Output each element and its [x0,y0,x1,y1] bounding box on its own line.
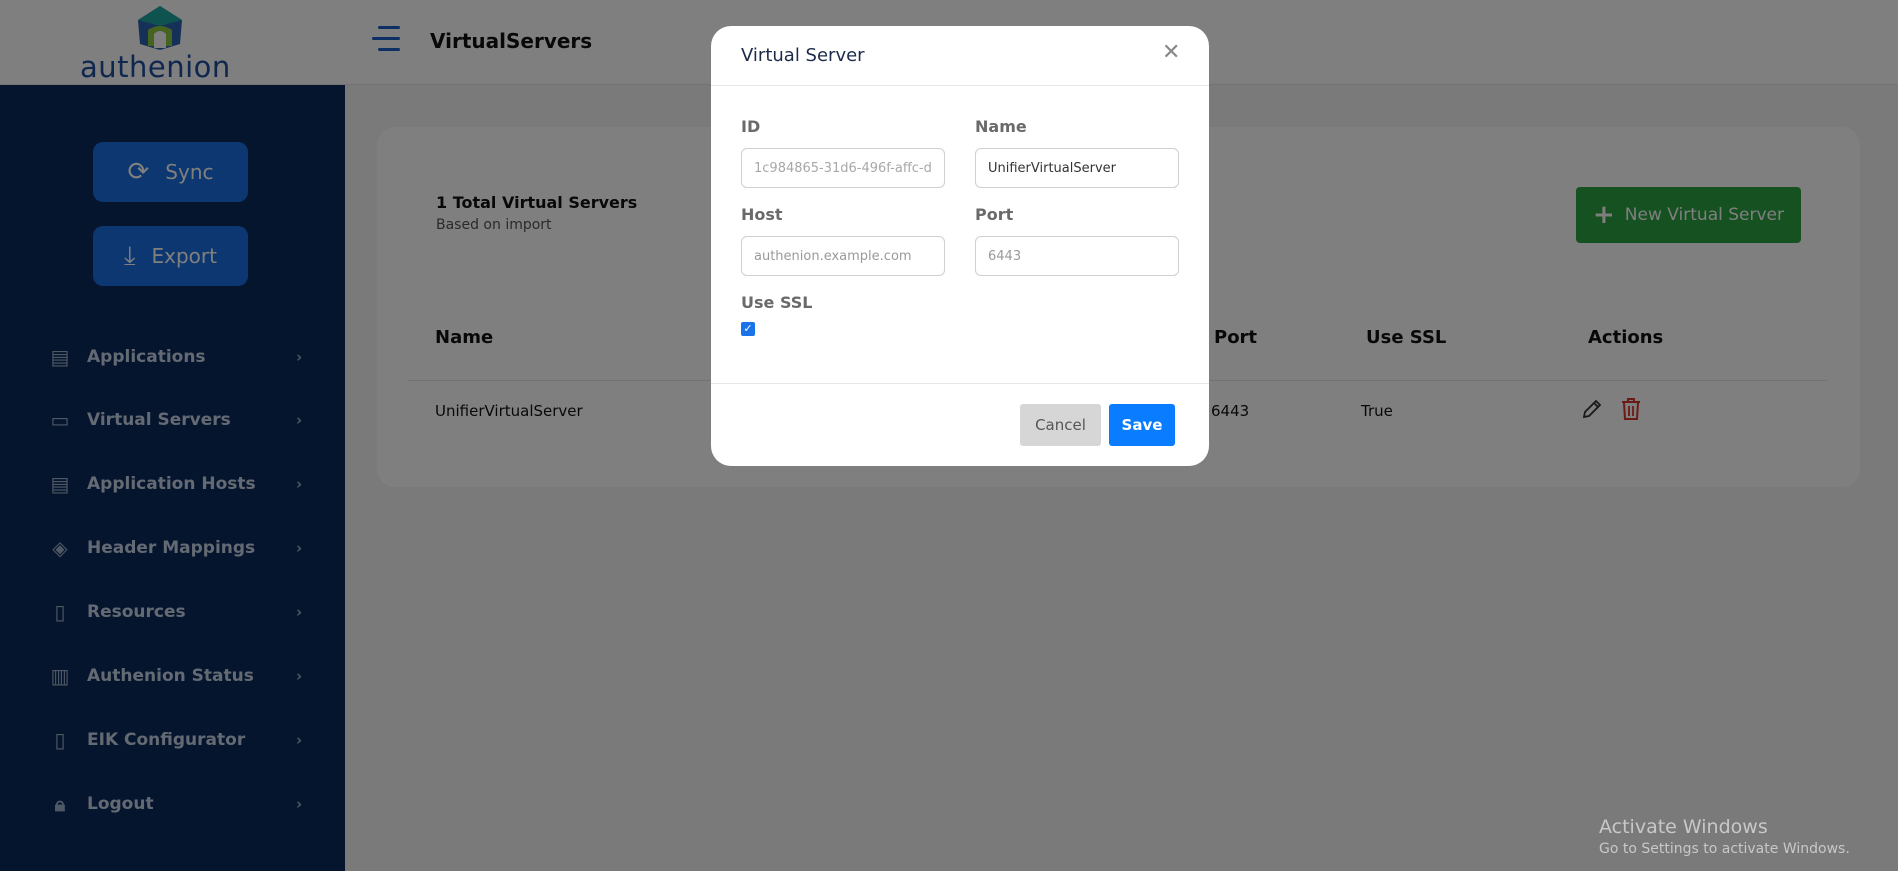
modal-header-divider [711,85,1209,86]
id-field[interactable] [741,148,945,188]
cancel-button[interactable]: Cancel [1020,404,1101,446]
host-label: Host [741,205,783,224]
modal-footer-divider [711,383,1209,384]
activate-windows-subtitle: Go to Settings to activate Windows. [1599,841,1850,857]
name-label: Name [975,117,1027,136]
port-label: Port [975,205,1014,224]
id-label: ID [741,117,761,136]
name-field[interactable] [975,148,1179,188]
close-icon[interactable]: ✕ [1162,40,1180,65]
use-ssl-checkbox[interactable]: ✓ [741,322,755,336]
use-ssl-label: Use SSL [741,293,813,312]
host-field[interactable] [741,236,945,276]
save-button[interactable]: Save [1109,404,1175,446]
virtual-server-modal: Virtual Server ✕ ID Name Host Port Use S… [711,26,1209,466]
activate-windows-title: Activate Windows [1599,816,1768,838]
modal-title: Virtual Server [741,45,865,66]
port-field[interactable] [975,236,1179,276]
